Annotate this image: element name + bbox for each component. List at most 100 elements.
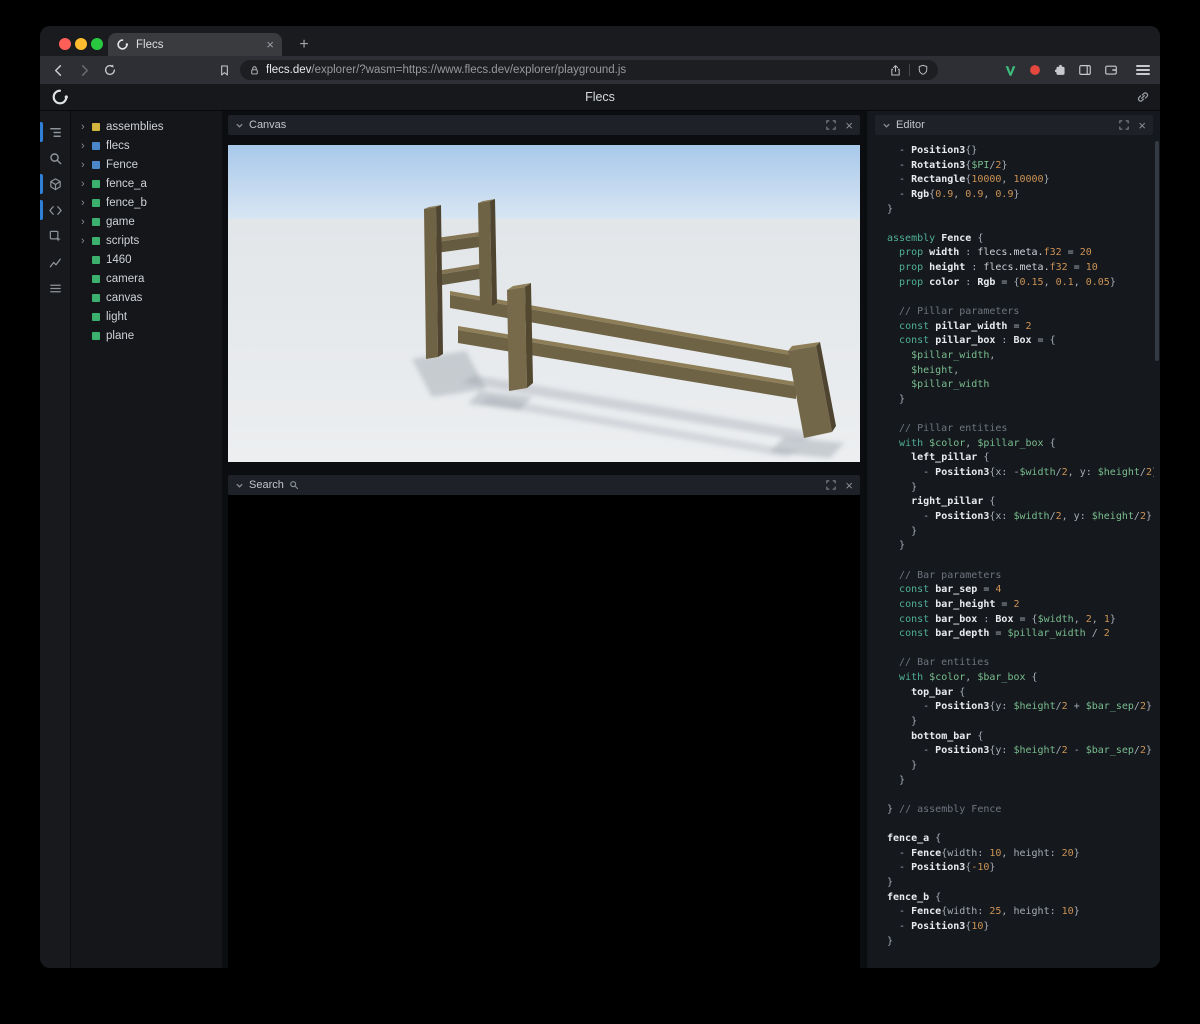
close-window-button[interactable]: [59, 38, 71, 50]
tree-item-light[interactable]: light: [71, 307, 222, 326]
close-icon[interactable]: ×: [1138, 119, 1146, 132]
tree-icon[interactable]: [40, 119, 70, 145]
tree-item-game[interactable]: › game: [71, 212, 222, 231]
new-tab-button[interactable]: +: [292, 33, 316, 56]
code-line: - Position3{x: -$width/2, y: $height/2}: [887, 467, 1154, 479]
code-line: }: [887, 393, 906, 405]
chevron-down-icon[interactable]: [235, 481, 244, 490]
chevron-down-icon[interactable]: [235, 121, 244, 130]
code-line: $height,: [911, 364, 960, 376]
entity-label: light: [106, 310, 128, 323]
zoom-window-button[interactable]: [91, 38, 103, 50]
code-line: fence_b {: [887, 891, 942, 903]
code-line: - Position3{x: $width/2, y: $height/2}: [887, 511, 1152, 523]
editor-scrollbar[interactable]: [1155, 141, 1159, 361]
code-line: left_pillar {: [911, 452, 990, 464]
menu-hamburger-icon[interactable]: [1136, 63, 1150, 77]
expand-icon[interactable]: [826, 480, 837, 490]
code-line: }: [887, 715, 918, 727]
entity-label: game: [106, 215, 135, 228]
expand-icon[interactable]: [1119, 120, 1130, 130]
favicon: [116, 38, 129, 51]
expand-chevron-icon[interactable]: ›: [81, 140, 92, 152]
tree-item-Fence[interactable]: › Fence: [71, 155, 222, 174]
tree-item-fence_a[interactable]: › fence_a: [71, 174, 222, 193]
search-panel-title: Search: [249, 479, 284, 491]
code-line: // Bar parameters: [887, 569, 1002, 581]
canvas-3d-viewport[interactable]: [228, 145, 860, 462]
code-icon[interactable]: [40, 197, 70, 223]
tree-item-plane[interactable]: plane: [71, 326, 222, 345]
app-header: Flecs: [40, 84, 1160, 111]
entity-color-swatch: [92, 331, 100, 340]
code-line: - Rotation3{$PI/2}: [887, 159, 1008, 171]
minimize-window-button[interactable]: [75, 38, 87, 50]
expand-chevron-icon[interactable]: ›: [81, 197, 92, 209]
expand-chevron-icon[interactable]: ›: [81, 216, 92, 228]
chevron-down-icon[interactable]: [882, 121, 891, 130]
tree-item-fence_b[interactable]: › fence_b: [71, 193, 222, 212]
tab-bar: Flecs × +: [40, 26, 1160, 56]
entity-tree: › assemblies › flecs › Fence › fence_a › fence_b ›…: [70, 111, 222, 968]
expand-chevron-icon[interactable]: ›: [81, 235, 92, 247]
bookmark-icon[interactable]: [216, 62, 232, 78]
tree-item-1460[interactable]: 1460: [71, 250, 222, 269]
code-editor[interactable]: - Position3{} - Rotation3{$PI/2} - Recta…: [875, 139, 1154, 966]
tree-item-camera[interactable]: camera: [71, 269, 222, 288]
window-controls: [59, 38, 103, 50]
entity-color-swatch: [92, 141, 100, 150]
code-line: $pillar_width,: [911, 349, 996, 361]
url-host: flecs.dev: [266, 64, 312, 76]
code-line: }: [887, 877, 894, 889]
reload-icon[interactable]: [102, 62, 118, 78]
tree-item-scripts[interactable]: › scripts: [71, 231, 222, 250]
desktop-background: Flecs × + flecs.dev/explorer/?wasm=https…: [0, 0, 1200, 1024]
code-line: }: [887, 759, 918, 771]
expand-chevron-icon[interactable]: ›: [81, 121, 92, 133]
close-icon[interactable]: ×: [845, 119, 853, 132]
wallet-icon[interactable]: [1103, 62, 1119, 78]
close-icon[interactable]: ×: [845, 479, 853, 492]
code-line: }: [887, 540, 906, 552]
search-icon[interactable]: [40, 145, 70, 171]
code-line: right_pillar {: [911, 496, 996, 508]
share-link-icon[interactable]: [1136, 90, 1150, 104]
extensions-puzzle-icon[interactable]: [1052, 62, 1068, 78]
sidebar-toggle-icon[interactable]: [1077, 62, 1093, 78]
entities-cube-icon[interactable]: [40, 171, 70, 197]
tree-item-assemblies[interactable]: › assemblies: [71, 117, 222, 136]
inspect-icon[interactable]: [40, 223, 70, 249]
browser-tab[interactable]: Flecs ×: [108, 33, 282, 56]
back-icon[interactable]: [50, 62, 66, 78]
entity-label: fence_a: [106, 177, 147, 190]
record-dot-icon[interactable]: [1027, 62, 1043, 78]
code-line: }: [887, 481, 918, 493]
code-line: fence_a {: [887, 833, 942, 845]
entity-color-swatch: [92, 236, 100, 245]
tree-item-canvas[interactable]: canvas: [71, 288, 222, 307]
logs-icon[interactable]: [40, 275, 70, 301]
tab-title: Flecs: [136, 38, 164, 51]
address-bar[interactable]: flecs.dev/explorer/?wasm=https://www.fle…: [240, 60, 938, 80]
expand-chevron-icon[interactable]: ›: [81, 178, 92, 190]
tab-close-icon[interactable]: ×: [266, 38, 274, 51]
code-line: // Pillar entities: [887, 423, 1008, 435]
forward-icon[interactable]: [76, 62, 92, 78]
share-icon[interactable]: [889, 64, 902, 77]
page-title: Flecs: [585, 90, 615, 104]
canvas-panel-title: Canvas: [249, 119, 287, 131]
expand-icon[interactable]: [826, 120, 837, 130]
expand-chevron-icon[interactable]: ›: [81, 159, 92, 171]
brave-v-logo-icon[interactable]: [1002, 62, 1018, 78]
entity-label: Fence: [106, 158, 138, 171]
editor-panel-title: Editor: [896, 119, 925, 131]
stats-icon[interactable]: [40, 249, 70, 275]
brave-shield-icon[interactable]: [917, 64, 929, 76]
code-line: assembly Fence {: [887, 232, 984, 244]
entity-color-swatch: [92, 122, 100, 131]
browser-window: Flecs × + flecs.dev/explorer/?wasm=https…: [40, 26, 1160, 968]
tree-item-flecs[interactable]: › flecs: [71, 136, 222, 155]
